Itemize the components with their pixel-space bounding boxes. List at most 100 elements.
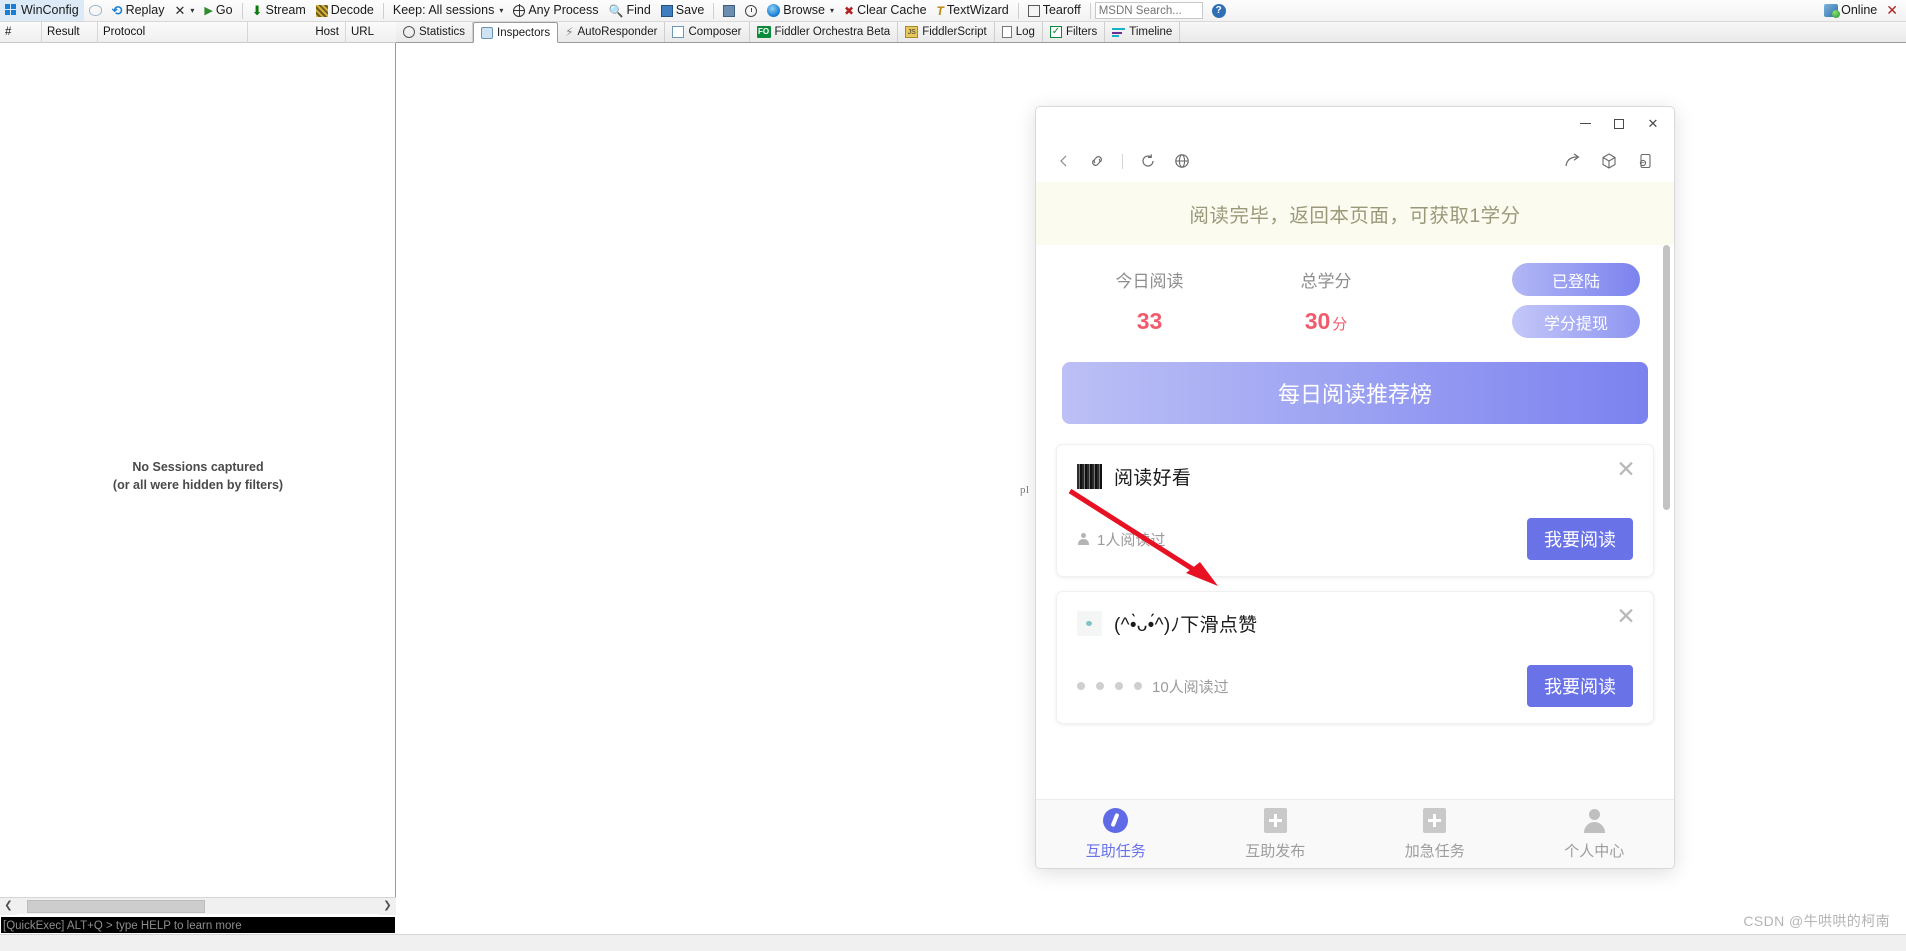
column-header-protocol[interactable]: Protocol xyxy=(98,22,248,43)
composer-icon xyxy=(672,26,685,38)
toolbar-comment-button[interactable] xyxy=(84,0,107,21)
nav-divider xyxy=(1122,153,1123,169)
popup-titlebar[interactable]: ✕ xyxy=(1036,107,1674,140)
popup-vertical-scrollbar[interactable] xyxy=(1663,245,1670,510)
task-card-list: ✕ 阅读好看 1人阅读过 我要阅读 ✕ (^•̀ᴗ•́^)ﾉ下滑点赞 10人阅读… xyxy=(1056,444,1654,724)
toolbar-clear-cache-button[interactable]: ✖ Clear Cache xyxy=(839,0,932,21)
toolbar-remove-button[interactable]: ✕ ▾ xyxy=(170,0,200,21)
globe-icon[interactable] xyxy=(1173,152,1191,170)
close-icon[interactable]: ✕ xyxy=(1882,2,1906,19)
toolbar-textwizard-button[interactable]: T TextWizard xyxy=(932,0,1014,21)
toolbar-decode-button[interactable]: Decode xyxy=(311,0,379,21)
main-toolbar: WinConfig ⟲ Replay ✕ ▾ ▶ Go ⬇ Stream Dec… xyxy=(0,0,1906,22)
tab-inspectors[interactable]: Inspectors xyxy=(473,22,559,43)
scrollbar-thumb[interactable] xyxy=(27,899,205,913)
decode-icon xyxy=(315,4,328,17)
tabbar-item-mutual-tasks[interactable]: 互助任务 xyxy=(1036,807,1196,861)
share-icon[interactable] xyxy=(1564,152,1582,170)
card-title: 阅读好看 xyxy=(1114,468,1192,489)
package-icon[interactable] xyxy=(1600,152,1618,170)
toolbar-save-button[interactable]: Save xyxy=(656,0,710,21)
quickexec-input[interactable]: [QuickExec] ALT+Q > type HELP to learn m… xyxy=(0,916,396,934)
toolbar-go-button[interactable]: ▶ Go xyxy=(199,0,237,21)
toolbar-divider xyxy=(1017,2,1019,19)
toolbar-find-button[interactable]: 🔍 Find xyxy=(604,0,656,21)
compass-icon xyxy=(1103,807,1129,833)
read-now-button[interactable]: 我要阅读 xyxy=(1527,518,1633,560)
tabbar-item-mutual-tasks-label: 互助任务 xyxy=(1085,842,1146,860)
stream-icon: ⬇ xyxy=(251,2,263,18)
tabbar-item-profile[interactable]: 个人中心 xyxy=(1515,808,1675,861)
toolbar-stream-button[interactable]: ⬇ Stream xyxy=(247,0,311,21)
column-header-url[interactable]: URL xyxy=(346,22,396,43)
tab-filters-label: Filters xyxy=(1065,26,1098,38)
toolbar-any-process-button[interactable]: Any Process xyxy=(508,0,603,21)
find-icon: 🔍 xyxy=(608,3,624,18)
popup-maximize-button[interactable] xyxy=(1602,111,1636,137)
tab-statistics[interactable]: Statistics xyxy=(396,22,474,42)
tab-fiddler-orchestra[interactable]: FO Fiddler Orchestra Beta xyxy=(750,22,899,42)
msdn-search-input[interactable] xyxy=(1094,2,1203,19)
toolbar-winconfig-label: WinConfig xyxy=(21,3,79,17)
scroll-right-arrow[interactable]: ❯ xyxy=(379,897,396,915)
column-header-result[interactable]: Result xyxy=(42,22,98,43)
person-icon xyxy=(1077,532,1090,546)
refresh-icon[interactable] xyxy=(1139,152,1157,170)
task-card[interactable]: ✕ 阅读好看 1人阅读过 我要阅读 xyxy=(1056,444,1654,577)
popup-close-button[interactable]: ✕ xyxy=(1636,111,1670,137)
column-header-number[interactable]: # xyxy=(0,22,42,43)
tabbar-item-profile-label: 个人中心 xyxy=(1564,842,1625,860)
clear-cache-icon: ✖ xyxy=(844,3,855,18)
login-status-button[interactable]: 已登陆 xyxy=(1512,263,1640,296)
toolbar-replay-button[interactable]: ⟲ Replay xyxy=(107,0,170,21)
session-horizontal-scrollbar[interactable]: ❮ ❯ xyxy=(0,897,396,915)
page-text-fragment: pl xyxy=(1020,484,1030,496)
toolbar-help-button[interactable]: ? xyxy=(1207,0,1231,21)
avatar xyxy=(1096,682,1104,690)
toolbar-keep-sessions-dropdown[interactable]: Keep: All sessions ▾ xyxy=(388,0,508,21)
task-card[interactable]: ✕ (^•̀ᴗ•́^)ﾉ下滑点赞 10人阅读过 我要阅读 xyxy=(1056,591,1654,724)
card-close-icon[interactable]: ✕ xyxy=(1613,457,1639,483)
daily-reading-ranking-button[interactable]: 每日阅读推荐榜 xyxy=(1062,362,1648,424)
toolbar-timer-button[interactable] xyxy=(740,0,762,21)
tab-filters[interactable]: ✓ Filters xyxy=(1043,22,1106,42)
read-now-button[interactable]: 我要阅读 xyxy=(1527,665,1633,707)
card-readers-label: 1人阅读过 xyxy=(1097,531,1166,549)
card-footer: 10人阅读过 我要阅读 xyxy=(1077,665,1633,707)
tab-log[interactable]: Log xyxy=(995,22,1043,42)
tab-fiddler-orchestra-label: Fiddler Orchestra Beta xyxy=(774,26,891,38)
session-list-panel[interactable]: No Sessions captured (or all were hidden… xyxy=(0,43,396,913)
card-readers: 1人阅读过 xyxy=(1077,529,1165,550)
reader-avatars xyxy=(1077,682,1142,690)
toolbar-winconfig-button[interactable]: WinConfig xyxy=(0,0,84,21)
empty-sessions-line2: (or all were hidden by filters) xyxy=(112,478,284,492)
log-icon xyxy=(1001,26,1012,38)
tab-fiddlerscript[interactable]: JS FiddlerScript xyxy=(898,22,995,42)
tabbar-item-mutual-publish[interactable]: 互助发布 xyxy=(1196,807,1356,861)
question-mark-icon: ? xyxy=(1211,3,1226,18)
toolbar-browse-button[interactable]: Browse ▾ xyxy=(762,0,839,21)
tab-autoresponder[interactable]: ⚡ AutoResponder xyxy=(558,22,666,42)
card-close-icon[interactable]: ✕ xyxy=(1613,604,1639,630)
withdraw-credits-button[interactable]: 学分提现 xyxy=(1512,305,1640,338)
tabbar-item-urgent-tasks[interactable]: 加急任务 xyxy=(1355,807,1515,861)
autoresponder-icon: ⚡ xyxy=(565,25,574,39)
link-icon[interactable] xyxy=(1088,152,1106,170)
popup-nav-right-group xyxy=(1564,152,1654,170)
empty-sessions-message: No Sessions captured (or all were hidden… xyxy=(0,458,396,494)
more-icon[interactable] xyxy=(1636,152,1654,170)
toolbar-online-status[interactable]: Online xyxy=(1819,0,1882,21)
toolbar-tearoff-button[interactable]: Tearoff xyxy=(1023,0,1086,21)
tearoff-icon xyxy=(1027,4,1040,17)
popup-minimize-button[interactable] xyxy=(1568,111,1602,137)
back-icon[interactable] xyxy=(1056,153,1072,169)
tab-timeline-label: Timeline xyxy=(1129,26,1173,38)
tab-composer[interactable]: Composer xyxy=(665,22,750,42)
stat-credits-unit: 分 xyxy=(1332,315,1348,333)
toolbar-screenshot-button[interactable] xyxy=(718,0,740,21)
column-header-host[interactable]: Host xyxy=(248,22,346,43)
tab-timeline[interactable]: Timeline xyxy=(1105,22,1181,42)
scrollbar-track[interactable] xyxy=(17,898,379,914)
scroll-left-arrow[interactable]: ❮ xyxy=(0,897,17,915)
toolbar-replay-label: Replay xyxy=(125,3,165,17)
